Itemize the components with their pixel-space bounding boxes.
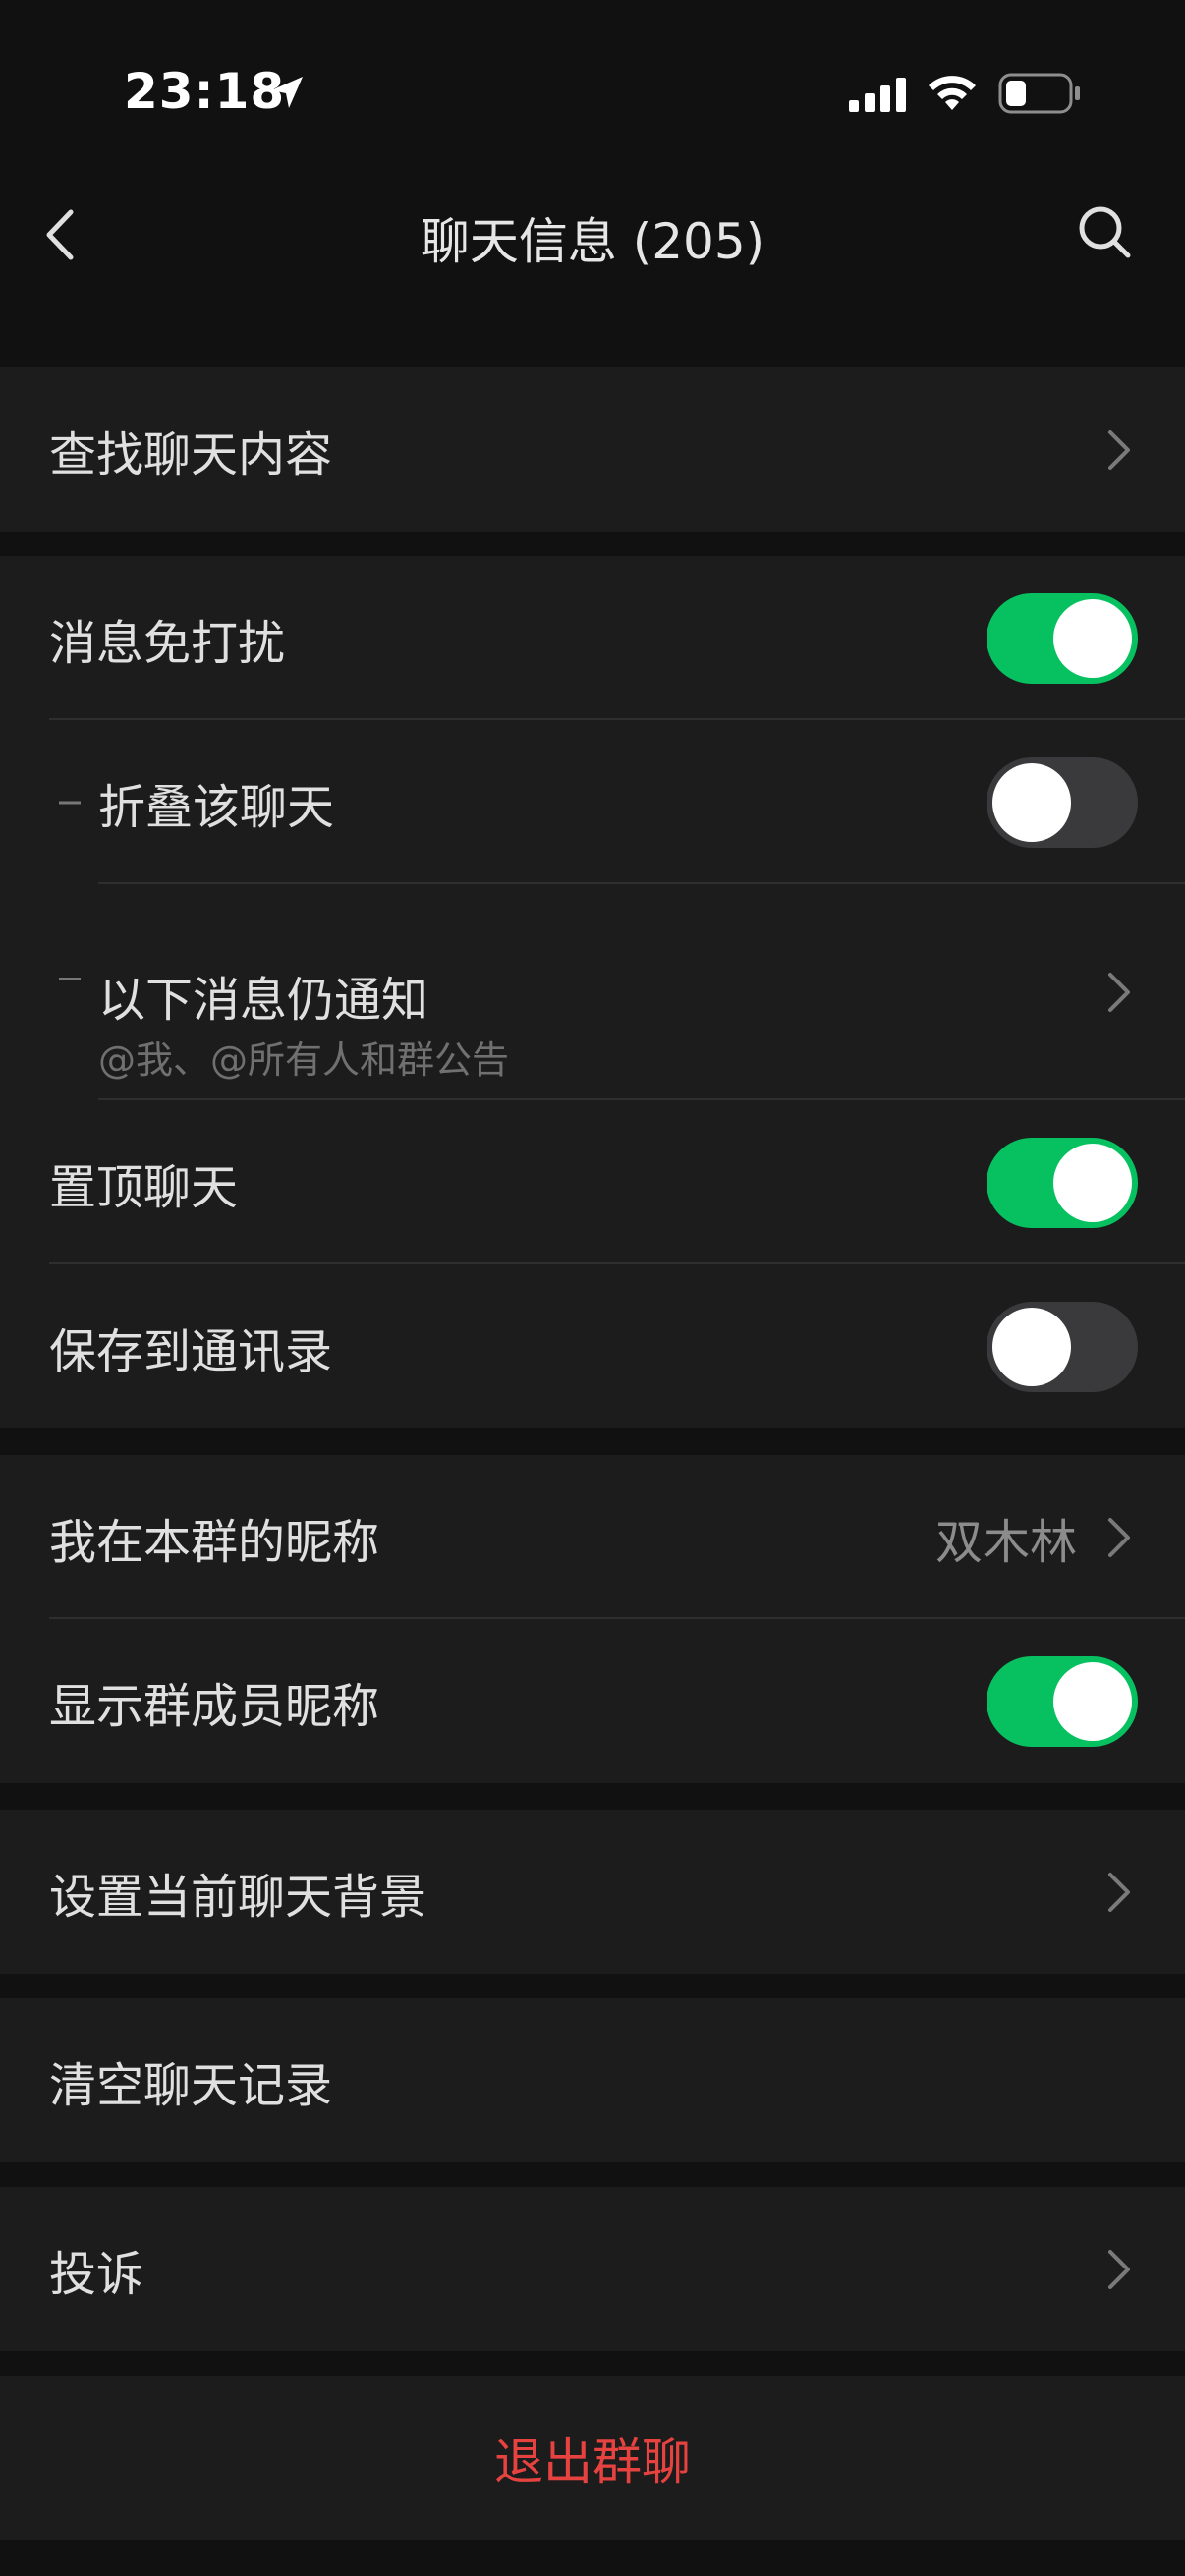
show-nicknames-row: 显示群成员昵称 (0, 1619, 1185, 1783)
status-bar: 23:18 (0, 0, 1185, 147)
fold-chat-row: 折叠该聊天 (0, 720, 1185, 884)
mute-toggle[interactable] (987, 592, 1138, 684)
find-group: 查找聊天内容 (0, 367, 1185, 532)
notification-group: 消息免打扰 折叠该聊天 以下消息仍通知 @我、@所有人和群公告 置顶聊天 保存到… (0, 556, 1185, 1428)
toggle-knob (992, 762, 1071, 842)
show-nicknames-label: 显示群成员昵称 (49, 1678, 380, 1734)
toggle-knob (1053, 598, 1132, 678)
save-contacts-row: 保存到通讯录 (0, 1264, 1185, 1428)
my-nickname-row[interactable]: 我在本群的昵称 双木林 (0, 1455, 1185, 1619)
page-title: 聊天信息 (205) (420, 213, 765, 270)
chat-background-label: 设置当前聊天背景 (49, 1869, 427, 1925)
fold-chat-toggle[interactable] (987, 756, 1138, 848)
report-group: 投诉 (0, 2187, 1185, 2351)
sub-item-dash (59, 801, 81, 804)
wifi-icon (929, 76, 976, 110)
chevron-right-icon (1108, 2249, 1130, 2289)
pin-chat-label: 置顶聊天 (49, 1159, 239, 1215)
still-notify-row[interactable]: 以下消息仍通知 @我、@所有人和群公告 (0, 884, 1185, 1100)
toggle-knob (1053, 1661, 1132, 1741)
clear-history-label: 清空聊天记录 (49, 2057, 333, 2113)
chevron-right-icon (1108, 1517, 1130, 1557)
report-label: 投诉 (49, 2246, 144, 2302)
pin-chat-row: 置顶聊天 (0, 1100, 1185, 1264)
exit-group-button[interactable]: 退出群聊 (0, 2376, 1185, 2540)
clear-history-row[interactable]: 清空聊天记录 (0, 1998, 1185, 2162)
save-contacts-toggle[interactable] (987, 1301, 1138, 1392)
exit-group-label: 退出群聊 (494, 2433, 691, 2491)
find-chat-content-label: 查找聊天内容 (49, 426, 333, 482)
pin-chat-toggle[interactable] (987, 1137, 1138, 1228)
chat-info-screen: 23:18 聊天信息 (205) 查找聊天内容 消息免打扰 折叠该聊天 以下消息… (0, 0, 1185, 2576)
nav-bar: 聊天信息 (205) (0, 147, 1185, 342)
location-arrow-icon (271, 77, 303, 108)
chevron-right-icon (1108, 429, 1130, 470)
battery-icon (998, 73, 1080, 114)
mute-row: 消息免打扰 (0, 556, 1185, 720)
my-nickname-value: 双木林 (934, 1514, 1077, 1570)
chat-background-row[interactable]: 设置当前聊天背景 (0, 1810, 1185, 1974)
find-chat-content-row[interactable]: 查找聊天内容 (0, 367, 1185, 532)
nickname-group: 我在本群的昵称 双木林 显示群成员昵称 (0, 1455, 1185, 1783)
chevron-right-icon (1108, 1872, 1130, 1912)
exit-group: 退出群聊 (0, 2376, 1185, 2540)
save-contacts-label: 保存到通讯录 (49, 1323, 333, 1379)
still-notify-label: 以下消息仍通知 (98, 973, 429, 1028)
mute-label: 消息免打扰 (49, 615, 286, 671)
cellular-signal-icon (849, 78, 906, 112)
search-button[interactable] (1071, 198, 1140, 267)
fold-chat-label: 折叠该聊天 (98, 779, 335, 835)
search-icon (1079, 206, 1131, 258)
chevron-right-icon (1108, 973, 1130, 1012)
show-nicknames-toggle[interactable] (987, 1655, 1138, 1747)
status-time: 23:18 (124, 63, 286, 120)
sub-item-dash (59, 978, 81, 980)
clear-group: 清空聊天记录 (0, 1998, 1185, 2162)
report-row[interactable]: 投诉 (0, 2187, 1185, 2351)
background-group: 设置当前聊天背景 (0, 1810, 1185, 1974)
still-notify-sublabel: @我、@所有人和群公告 (98, 1038, 510, 1082)
my-nickname-label: 我在本群的昵称 (49, 1514, 380, 1570)
toggle-knob (1053, 1143, 1132, 1222)
toggle-knob (992, 1307, 1071, 1386)
